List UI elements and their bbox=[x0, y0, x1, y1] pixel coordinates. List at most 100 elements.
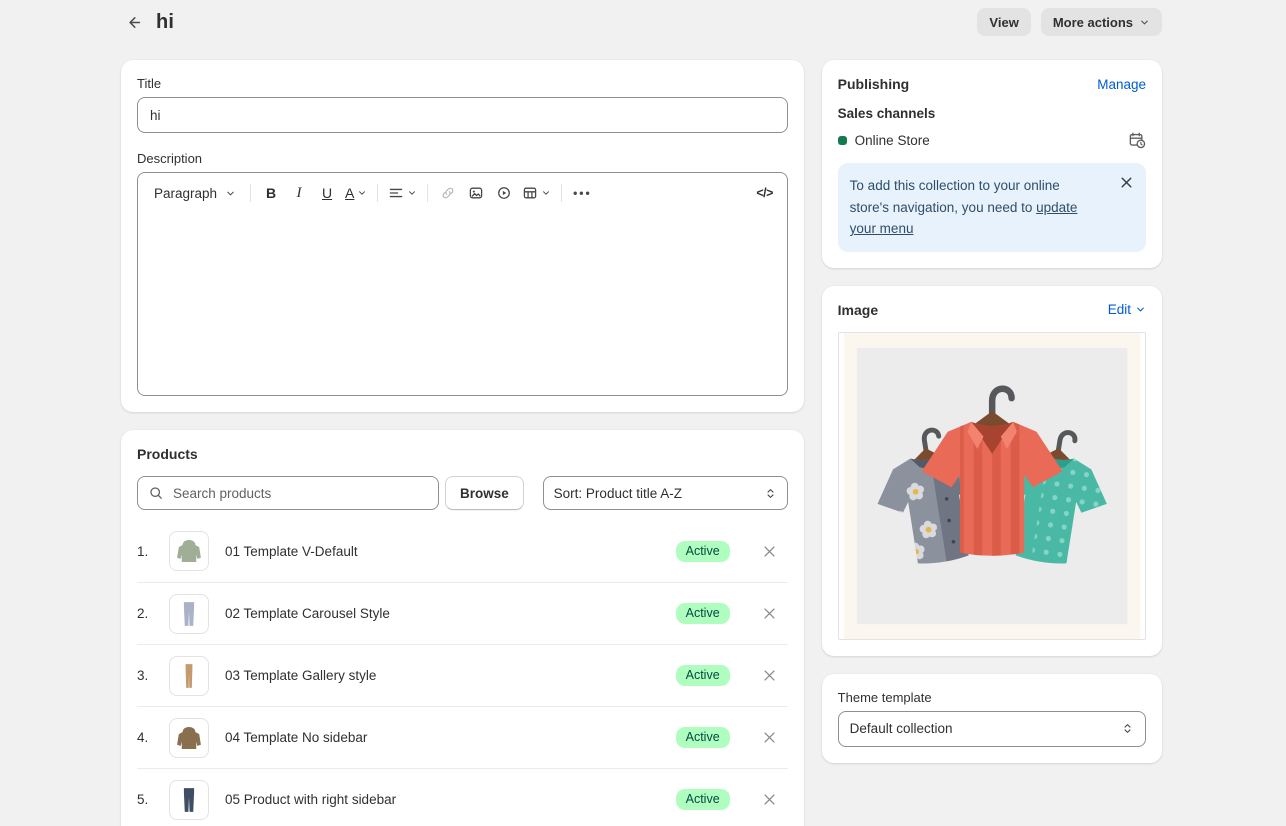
publishing-card: Publishing Manage Sales channels Online … bbox=[822, 60, 1162, 268]
close-icon bbox=[763, 731, 776, 744]
underline-button[interactable]: U bbox=[313, 179, 341, 207]
status-badge: Active bbox=[676, 789, 730, 810]
theme-template-select[interactable]: Default collection bbox=[838, 711, 1146, 747]
sort-select[interactable]: Sort: Product title A-Z bbox=[543, 476, 788, 510]
chevron-down-icon bbox=[541, 188, 551, 198]
collection-page: hi View More actions Title Description bbox=[0, 0, 1286, 826]
back-button[interactable] bbox=[121, 10, 146, 35]
show-html-button[interactable]: </> bbox=[751, 179, 779, 207]
image-heading: Image bbox=[838, 302, 878, 318]
close-icon bbox=[763, 545, 776, 558]
product-title: 03 Template Gallery style bbox=[225, 668, 676, 683]
toolbar-divider bbox=[250, 184, 251, 202]
browse-button[interactable]: Browse bbox=[445, 476, 524, 510]
link-icon bbox=[440, 185, 456, 201]
product-title: 04 Template No sidebar bbox=[225, 730, 676, 745]
editor-toolbar: Paragraph B I U A bbox=[138, 173, 787, 213]
chevron-down-icon bbox=[407, 188, 417, 198]
close-icon bbox=[763, 669, 776, 682]
select-updown-icon bbox=[764, 487, 777, 500]
theme-template-label: Theme template bbox=[838, 690, 1146, 705]
hoodie-image bbox=[172, 534, 206, 568]
text-color-icon: A bbox=[345, 185, 354, 201]
row-index: 4. bbox=[137, 730, 157, 745]
schedule-calendar-icon[interactable] bbox=[1128, 131, 1146, 149]
row-index: 5. bbox=[137, 792, 157, 807]
paragraph-style-dropdown[interactable]: Paragraph bbox=[146, 179, 244, 207]
page-title: hi bbox=[156, 11, 174, 34]
channel-status-dot bbox=[838, 136, 847, 145]
table-button[interactable] bbox=[518, 179, 555, 207]
product-row: 3. 03 Template Gallery style Active bbox=[137, 644, 788, 706]
status-badge: Active bbox=[676, 603, 730, 624]
remove-product-button[interactable] bbox=[759, 603, 780, 624]
image-card: Image Edit bbox=[822, 286, 1162, 656]
row-index: 3. bbox=[137, 668, 157, 683]
insert-video-button[interactable] bbox=[490, 179, 518, 207]
arrow-left-icon bbox=[125, 14, 142, 31]
product-row: 5. 05 Product with right sidebar Active bbox=[137, 768, 788, 826]
channel-name: Online Store bbox=[855, 133, 1128, 148]
chevron-down-icon bbox=[1135, 304, 1146, 315]
status-badge: Active bbox=[676, 727, 730, 748]
text-color-button[interactable]: A bbox=[341, 179, 371, 207]
select-updown-icon bbox=[1121, 722, 1134, 735]
product-thumbnail bbox=[169, 594, 209, 634]
product-thumbnail bbox=[169, 531, 209, 571]
product-title: 05 Product with right sidebar bbox=[225, 792, 676, 807]
italic-icon: I bbox=[297, 185, 302, 202]
product-thumbnail bbox=[169, 656, 209, 696]
alignment-button[interactable] bbox=[384, 179, 421, 207]
code-icon: </> bbox=[756, 186, 773, 200]
product-row: 1. 01 Template V-Default Active bbox=[137, 520, 788, 582]
product-row: 2. 02 Template Carousel Style Active bbox=[137, 582, 788, 644]
product-search bbox=[137, 476, 439, 510]
product-title: 02 Template Carousel Style bbox=[225, 606, 676, 621]
remove-product-button[interactable] bbox=[759, 541, 780, 562]
bold-button[interactable]: B bbox=[257, 179, 285, 207]
close-icon bbox=[1120, 176, 1133, 189]
toolbar-divider bbox=[427, 184, 428, 202]
table-icon bbox=[522, 185, 538, 201]
view-button[interactable]: View bbox=[977, 8, 1030, 36]
sales-channels-label: Sales channels bbox=[838, 106, 1146, 121]
more-actions-button[interactable]: More actions bbox=[1041, 8, 1162, 36]
close-icon bbox=[763, 793, 776, 806]
search-products-input[interactable] bbox=[171, 485, 428, 502]
product-row: 4. 04 Template No sidebar Active bbox=[137, 706, 788, 768]
chevron-down-icon bbox=[225, 188, 236, 199]
collection-image[interactable] bbox=[838, 332, 1146, 640]
more-formatting-button[interactable]: ••• bbox=[568, 179, 596, 207]
remove-product-button[interactable] bbox=[759, 789, 780, 810]
theme-template-value: Default collection bbox=[850, 721, 953, 736]
products-heading: Products bbox=[137, 446, 788, 462]
chevron-down-icon bbox=[1139, 17, 1150, 28]
product-thumbnail bbox=[169, 718, 209, 758]
product-title: 01 Template V-Default bbox=[225, 544, 676, 559]
row-index: 2. bbox=[137, 606, 157, 621]
insert-image-button[interactable] bbox=[462, 179, 490, 207]
link-button[interactable] bbox=[434, 179, 462, 207]
remove-product-button[interactable] bbox=[759, 665, 780, 686]
banner-text: To add this collection to your online st… bbox=[850, 178, 1060, 215]
product-list: 1. 01 Template V-Default Active 2. bbox=[137, 520, 788, 826]
sort-select-value: Sort: Product title A-Z bbox=[554, 486, 682, 501]
edit-image-link[interactable]: Edit bbox=[1108, 302, 1146, 317]
publishing-heading: Publishing bbox=[838, 76, 910, 92]
toolbar-divider bbox=[377, 184, 378, 202]
close-icon bbox=[763, 607, 776, 620]
description-textarea[interactable] bbox=[138, 213, 787, 395]
jeans-image bbox=[172, 783, 206, 817]
search-icon bbox=[148, 485, 164, 501]
remove-product-button[interactable] bbox=[759, 727, 780, 748]
product-thumbnail bbox=[169, 780, 209, 820]
manage-publishing-link[interactable]: Manage bbox=[1097, 77, 1146, 92]
status-badge: Active bbox=[676, 541, 730, 562]
topbar: hi View More actions bbox=[0, 0, 1286, 44]
italic-button[interactable]: I bbox=[285, 179, 313, 207]
image-icon bbox=[468, 185, 484, 201]
dismiss-banner-button[interactable] bbox=[1117, 173, 1136, 192]
video-icon bbox=[496, 185, 512, 201]
title-input[interactable] bbox=[137, 97, 788, 133]
navigation-info-banner: To add this collection to your online st… bbox=[838, 163, 1146, 252]
